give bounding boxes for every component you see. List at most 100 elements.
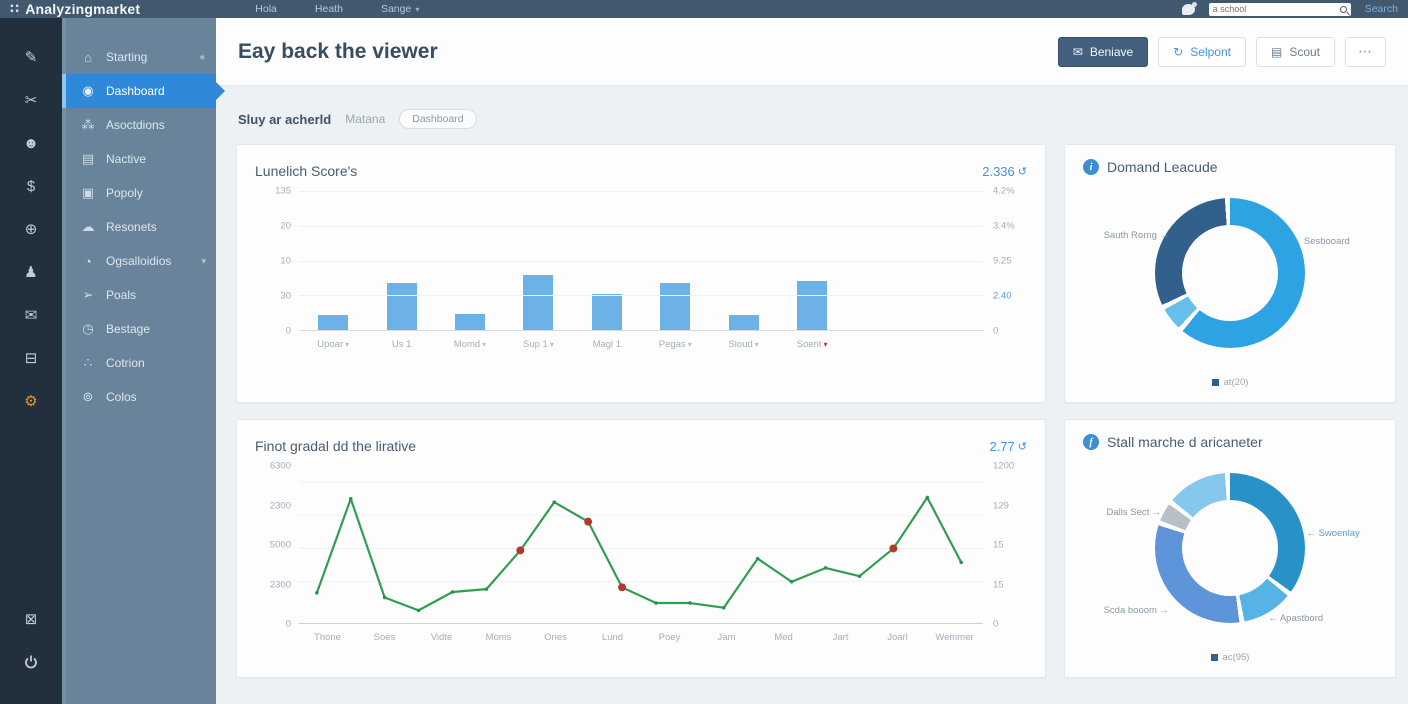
coin-icon[interactable]: $ [18, 173, 44, 199]
compose-icon[interactable]: ✎ [18, 44, 44, 70]
scissors-icon[interactable]: ✂ [18, 87, 44, 113]
selpont-button[interactable]: ↻ Selpont [1158, 36, 1246, 67]
logo-icon: ∷ [10, 1, 20, 16]
line-chart-value-link[interactable]: 2.77 ↺ [989, 439, 1027, 454]
sidebar-item-nactive[interactable]: ▤ Nactive [66, 142, 216, 176]
button-label: Scout [1289, 44, 1320, 59]
sidebar-item-resonets[interactable]: ☁ Resonets [66, 210, 216, 244]
button-label: Selpont [1190, 44, 1231, 59]
breadcrumb: Sluy ar acherld Matana Dashboard [238, 106, 1386, 132]
file-icon: ▤ [81, 151, 95, 166]
chevron-down-icon: ▾ [823, 340, 828, 349]
sidebar-item-dashboard[interactable]: ◉ Dashboard [62, 74, 225, 108]
sidebar-item-bestage[interactable]: ◷ Bestage [66, 312, 216, 346]
donut-hole [1182, 225, 1278, 322]
chevron-down-icon: ▾ [754, 340, 759, 349]
sidebar-item-popoly[interactable]: ▣ Popoly [66, 176, 216, 210]
x-label-text: Sup 1 [523, 339, 548, 350]
sidebar-item-label: Resonets [106, 220, 157, 234]
breadcrumb-title: Sluy ar acherld [238, 111, 332, 127]
sidebar: ⌂ Starting ∗ ◉ Dashboard ⁂ Asoctdions ▤ Nactive ▣… [62, 18, 225, 704]
breadcrumb-subtitle: Matana [345, 112, 386, 126]
sidebar-item-asoctdions[interactable]: ⁂ Asoctdions [66, 108, 216, 142]
gridline [299, 260, 983, 262]
dashboard-icon: ◉ [82, 83, 94, 98]
folder-icon[interactable]: ⊟ [18, 345, 44, 371]
x-label-text: Upoar [317, 339, 344, 350]
bar-x-label-pegas[interactable]: Pegas ▾ [641, 339, 709, 350]
bar-momd [455, 313, 486, 330]
bar-x-label-soent[interactable]: Soent ▾ [778, 339, 846, 350]
donut-chart-2: Dalls Sect → ← Swoenlay Scda booom → ← Apas… [1083, 454, 1377, 650]
sidebar-item-starting[interactable]: ⌂ Starting ∗ [66, 40, 216, 74]
legend-swatch [1211, 379, 1219, 386]
bar-chart-plot [299, 191, 983, 331]
globe-icon[interactable]: ⊕ [18, 216, 44, 242]
sidebar-item-poals[interactable]: ➢ Poals [66, 278, 216, 312]
nav-item-heath[interactable]: Heath [315, 3, 343, 15]
x-label-text: Us 1 [391, 339, 412, 350]
axis-tick-label: 9.25 [993, 255, 1012, 267]
axis-tick-label: 129 [993, 500, 1009, 511]
donut-callout-label: ← Sesbooard [1291, 235, 1350, 247]
donut-2-legend: ac(95) [1083, 652, 1377, 663]
sidebar-item-label: Nactive [106, 152, 147, 166]
breadcrumb-badge[interactable]: Dashboard [399, 109, 477, 129]
axis-tick-label: 1200 [993, 460, 1015, 472]
logo-text: Analyzingmarket [25, 1, 141, 17]
nav-item-sange[interactable]: Sange ▾ [381, 3, 419, 15]
sidebar-item-colos[interactable]: ⊚ Colos [66, 380, 216, 414]
donut-callout-label: Scda booom → [1103, 604, 1170, 616]
user-icon[interactable]: ☻ [18, 130, 44, 156]
users-icon[interactable]: ♟ [18, 259, 44, 285]
bar-upoar [318, 314, 349, 330]
clock-icon: ◔ [84, 253, 92, 269]
power-icon[interactable] [18, 649, 44, 675]
chevron-down-icon: ▾ [687, 340, 692, 349]
search-button[interactable]: Search [1365, 3, 1398, 15]
bar-x-label-momd[interactable]: Momd ▾ [436, 339, 504, 350]
page-title: Eay back the viewer [238, 39, 438, 63]
axis-tick-label: 4.2% [993, 185, 1015, 197]
navbar-search [1208, 2, 1351, 16]
bar-chart-value-link[interactable]: 2.336 ↺ [982, 164, 1027, 179]
axis-tick-label: 2300 [269, 579, 291, 590]
search-icon[interactable] [1339, 5, 1347, 13]
button-label: ⋯ [1358, 43, 1373, 59]
bar-sloud [728, 314, 759, 330]
gear-icon[interactable]: ⚙ [18, 388, 44, 414]
bar-x-label-sloud[interactable]: Sloud ▾ [709, 339, 777, 350]
notification-icon[interactable] [1181, 1, 1197, 15]
bar-y-axis-left: 135 20 10 30 0 [255, 186, 299, 337]
bar-x-label-sup-1[interactable]: Sup 1 ▾ [504, 339, 572, 350]
nav-item-hola[interactable]: Hola [255, 3, 277, 15]
more-button[interactable]: ⋯ [1345, 36, 1386, 67]
grid-icon[interactable]: ⊠ [18, 606, 44, 632]
nav-item-label: Sange [380, 3, 412, 15]
search-input[interactable] [1212, 4, 1340, 14]
axis-tick-label: 0 [993, 325, 999, 337]
sidebar-item-trailing-icon: ▾ [201, 255, 206, 266]
sidebar-item-cotrion[interactable]: ∴ Cotrion [66, 346, 216, 380]
bar-x-label-upoar[interactable]: Upoar ▾ [299, 339, 367, 350]
button-label: Beniave [1089, 44, 1134, 59]
refresh-icon: ↻ [1173, 44, 1184, 59]
beniave-button[interactable]: ✉ Beniave [1057, 36, 1149, 67]
donut-callout-label: ← Apastbord [1268, 612, 1324, 624]
scout-button[interactable]: ▤ Scout [1255, 36, 1335, 67]
sidebar-item-label: Popoly [106, 186, 143, 200]
bar-y-axis-right: 4.2% 3.4% 9.25 2.40 0 [983, 186, 1027, 337]
bar-chart-title: Lunelich Score's [255, 163, 358, 179]
donut-hole [1182, 500, 1278, 597]
chat-icon[interactable]: ✉ [18, 302, 44, 328]
line-y-axis-right: 1200 129 15 15 0 [983, 461, 1027, 630]
axis-tick-label: 2300 [269, 500, 291, 511]
icon-rail: ✎ ✂ ☻ $ ⊕ ♟ ✉ ⊟ ⚙ ⊠ [0, 18, 62, 704]
axis-tick-label: 10 [280, 255, 291, 267]
header-actions: ✉ Beniave ↻ Selpont ▤ Scout ⋯ [1057, 36, 1386, 67]
sidebar-item-label: Colos [106, 390, 137, 404]
x-label-text: Magl 1 [592, 339, 622, 350]
sidebar-item-ogsalloidios[interactable]: ◔ Ogsalloidios ▾ [66, 244, 216, 278]
image-icon: ▣ [81, 185, 95, 200]
bar-magl-1 [591, 293, 622, 330]
